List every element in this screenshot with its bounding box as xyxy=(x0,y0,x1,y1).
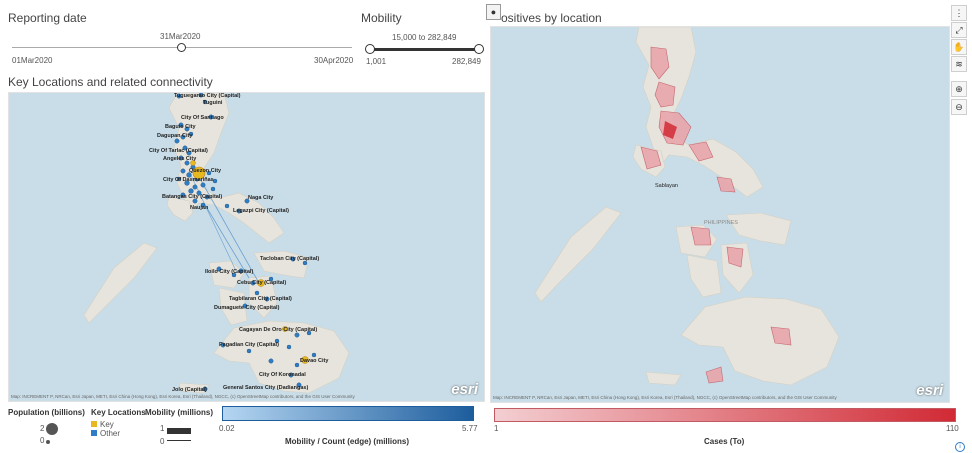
city-label: Tagbilaran City (Capital) xyxy=(229,296,292,302)
map-attribution[interactable]: Map: INCREMENT P, NRCan, Esri Japan, MET… xyxy=(11,394,355,399)
zoom-in-icon[interactable]: ⊕ xyxy=(951,81,967,97)
sablayan-label: Sablayan xyxy=(655,183,678,189)
mobility-max: 282,849 xyxy=(452,57,481,66)
city-label: General Santos City (Dadiangas) xyxy=(223,385,309,391)
reporting-current-date: 31Mar2020 xyxy=(160,32,201,41)
key-locations-map[interactable]: Tuguegarao City (Capital) Tuguini City O… xyxy=(8,92,485,402)
key-legend-label: Key xyxy=(100,420,114,429)
reporting-date-title: Reporting date xyxy=(8,11,87,25)
city-label: Cebu City (Capital) xyxy=(237,280,287,286)
city-label: Iloilo City (Capital) xyxy=(205,269,254,275)
city-label: Pagadian City (Capital) xyxy=(219,342,279,348)
city-label: City Of Koronadal xyxy=(259,372,306,378)
mobility-legend-title: Mobility (millions) xyxy=(145,408,213,417)
key-swatch xyxy=(91,421,97,427)
city-label: Batangas City (Capital) xyxy=(162,194,223,200)
population-size-circle-large xyxy=(46,423,58,435)
cases-label: Cases (To) xyxy=(704,437,745,446)
city-label: Dumaguete City (Capital) xyxy=(214,305,280,311)
mobility-line-thick xyxy=(167,428,191,434)
mobility-slider-track[interactable] xyxy=(370,48,480,51)
expand-icon[interactable]: ⤢ xyxy=(951,22,967,38)
layers-icon[interactable]: ≋ xyxy=(951,56,967,72)
mobility-slider-min-handle[interactable] xyxy=(365,44,375,54)
left-map-title: Key Locations and related connectivity xyxy=(8,75,213,89)
other-legend-label: Other xyxy=(100,429,121,438)
city-label: Tuguini xyxy=(203,100,223,106)
city-label: Angeles City xyxy=(163,156,197,162)
city-label: Legazpi City (Capital) xyxy=(233,208,289,214)
city-label: City Of Santiago xyxy=(181,115,224,121)
city-label: City Of Tarlac (Capital) xyxy=(149,148,208,154)
mobility-min: 1,001 xyxy=(366,57,387,66)
city-label: Naga City xyxy=(248,195,274,201)
gradient-max: 5.77 xyxy=(462,424,478,433)
right-map-title: ositives by location xyxy=(501,11,602,25)
cases-max: 110 xyxy=(946,424,959,433)
gradient-label: Mobility / Count (edge) (millions) xyxy=(285,437,409,446)
population-size-circle-small xyxy=(46,440,50,444)
country-label: PHILIPPINES xyxy=(704,220,738,226)
key-locations-legend-title: Key Locations xyxy=(91,408,146,417)
map-attribution[interactable]: Map: INCREMENT P, NRCan, Esri Japan, MET… xyxy=(493,395,837,400)
city-label: Dagupan City xyxy=(157,133,193,139)
population-value-min: 0 xyxy=(40,436,45,445)
city-label: Baguio City xyxy=(165,124,196,130)
pan-hand-icon[interactable]: ✋ xyxy=(951,39,967,55)
mobility-line-thin xyxy=(167,440,191,441)
mobility-title: Mobility xyxy=(361,11,402,25)
city-label: Davao City xyxy=(300,358,329,364)
pin-icon[interactable]: ● xyxy=(486,4,501,20)
zoom-out-icon[interactable]: ⊖ xyxy=(951,99,967,115)
reporting-min-date: 01Mar2020 xyxy=(12,56,53,65)
more-options-icon[interactable]: ⋮ xyxy=(951,5,967,21)
esri-logo: esri xyxy=(451,381,478,398)
other-swatch xyxy=(91,430,97,436)
population-value-max: 2 xyxy=(40,424,45,433)
mobility-range: 15,000 to 282,849 xyxy=(392,33,457,42)
city-label: Quezon City xyxy=(189,168,222,174)
cases-gradient-bar xyxy=(494,408,956,422)
mobility-gradient-bar xyxy=(222,406,474,421)
reporting-max-date: 30Apr2020 xyxy=(314,56,354,65)
esri-logo: esri xyxy=(916,382,943,399)
gradient-min: 0.02 xyxy=(219,424,235,433)
reporting-slider-handle[interactable] xyxy=(177,43,186,52)
right-map-landmass xyxy=(534,27,840,386)
mobility-slider-max-handle[interactable] xyxy=(474,44,484,54)
positives-map[interactable]: Sablayan PHILIPPINES Map: INCREMENT P, N… xyxy=(490,26,950,403)
southern-location-dots xyxy=(202,198,317,392)
city-label: Jolo (Capital) xyxy=(172,387,207,393)
city-label: Tuguegarao City (Capital) xyxy=(174,93,241,99)
city-label: Cagayan De Oro City (Capital) xyxy=(239,327,318,333)
city-label: City Of Dasmariñas xyxy=(163,177,214,183)
cases-min: 1 xyxy=(494,424,499,433)
city-label: Naujan xyxy=(190,205,209,211)
city-label: Tacloban City (Capital) xyxy=(260,256,320,262)
mobility-legend-min: 0 xyxy=(160,437,165,446)
mobility-legend-max: 1 xyxy=(160,424,165,433)
population-legend-title: Population (billions) xyxy=(8,408,85,417)
info-icon[interactable]: i xyxy=(955,442,965,452)
